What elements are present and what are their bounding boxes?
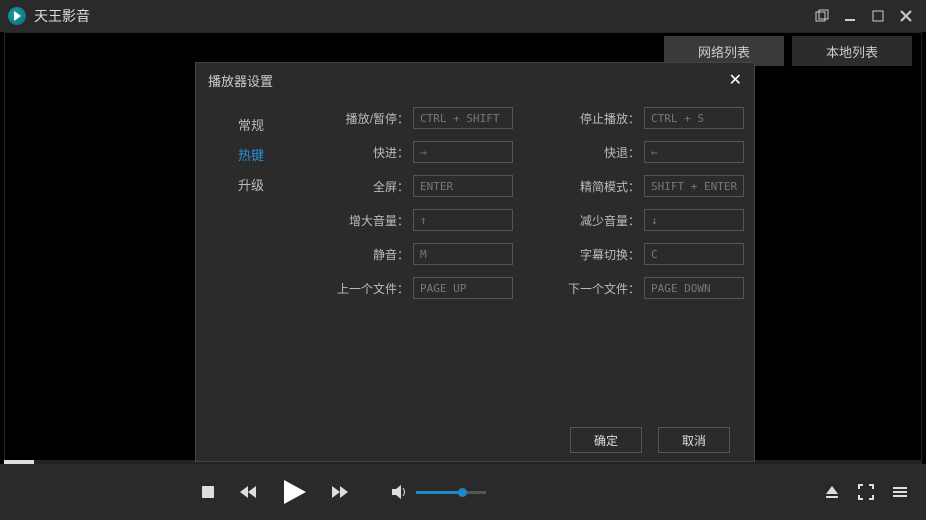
hotkey-input[interactable] [413,243,513,265]
hotkey-label: 减少音量： [580,212,640,229]
cancel-button[interactable]: 取消 [658,427,730,453]
dialog-titlebar: 播放器设置 ✕ [196,63,754,97]
hotkey-input[interactable] [644,141,744,163]
hotkey-panel: 播放/暂停： 停止播放： 快进： 快退： 全屏： 精简模式： 增大音量： 减少音量： 静音： 字幕… [306,97,754,417]
hotkey-label: 快进： [373,144,409,161]
hotkey-cell: 快退： [537,141,744,163]
hotkey-label: 快退： [604,144,640,161]
title-bar: 天王影音 [0,0,926,32]
sidebar-item-upgrade[interactable]: 升级 [196,169,306,199]
hotkey-cell: 下一个文件： [537,277,744,299]
dialog-title-text: 播放器设置 [208,71,273,90]
stop-button[interactable] [200,484,216,500]
more-menu-button[interactable] [892,486,908,498]
hotkey-cell: 全屏： [306,175,513,197]
ok-button[interactable]: 确定 [570,427,642,453]
sidebar-item-general[interactable]: 常规 [196,109,306,139]
hotkey-cell: 增大音量： [306,209,513,231]
eject-button[interactable] [824,485,840,499]
hotkey-label: 增大音量： [349,212,409,229]
hotkey-input[interactable] [413,277,513,299]
rewind-button[interactable] [238,484,258,500]
hotkey-input[interactable] [413,175,513,197]
forward-button[interactable] [330,484,350,500]
play-button[interactable] [280,478,308,506]
hotkey-input[interactable] [644,175,744,197]
app-logo-icon [8,7,26,25]
hotkey-label: 全屏： [373,178,409,195]
hotkey-label: 下一个文件： [568,280,640,297]
settings-dialog: 播放器设置 ✕ 常规 热键 升级 播放/暂停： 停止播放： 快进： 快退： 全屏： 精简模… [195,62,755,462]
player-controls [0,464,926,520]
volume-icon[interactable] [392,485,408,499]
hotkey-label: 播放/暂停： [346,110,409,127]
hotkey-label: 静音： [373,246,409,263]
hotkey-input[interactable] [644,243,744,265]
hotkey-input[interactable] [644,107,744,129]
sidebar-item-hotkey[interactable]: 热键 [196,139,306,169]
hotkey-cell: 播放/暂停： [306,107,513,129]
volume-slider[interactable] [416,491,486,494]
hotkey-cell: 快进： [306,141,513,163]
hotkey-input[interactable] [644,277,744,299]
app-title: 天王影音 [34,6,806,26]
minimize-button[interactable] [838,4,862,28]
dialog-close-button[interactable]: ✕ [729,70,742,90]
settings-sidebar: 常规 热键 升级 [196,97,306,417]
hotkey-cell: 精简模式： [537,175,744,197]
fullscreen-button[interactable] [858,484,874,500]
dialog-footer: 确定 取消 [196,417,754,463]
maximize-button[interactable] [866,4,890,28]
hotkey-input[interactable] [413,141,513,163]
popout-icon[interactable] [810,4,834,28]
hotkey-label: 精简模式： [580,178,640,195]
hotkey-label: 字幕切换： [580,246,640,263]
hotkey-input[interactable] [413,107,513,129]
hotkey-input[interactable] [644,209,744,231]
hotkey-input[interactable] [413,209,513,231]
volume-control [392,485,486,499]
hotkey-cell: 静音： [306,243,513,265]
hotkey-cell: 字幕切换： [537,243,744,265]
close-window-button[interactable] [894,4,918,28]
tab-local-list[interactable]: 本地列表 [792,36,912,66]
hotkey-cell: 上一个文件： [306,277,513,299]
hotkey-cell: 停止播放： [537,107,744,129]
hotkey-label: 停止播放： [580,110,640,127]
hotkey-label: 上一个文件： [337,280,409,297]
hotkey-cell: 减少音量： [537,209,744,231]
